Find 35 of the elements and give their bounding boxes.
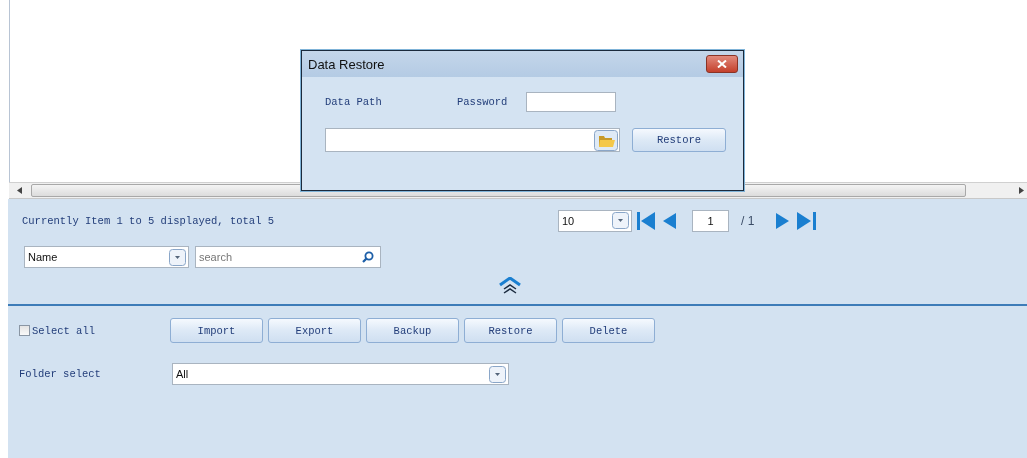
action-button[interactable]: Restore bbox=[464, 318, 557, 343]
scroll-right-icon[interactable] bbox=[1019, 187, 1025, 194]
previous-page-icon[interactable] bbox=[663, 210, 676, 231]
password-label: Password bbox=[457, 96, 508, 108]
page-size-select[interactable]: 10 bbox=[558, 209, 632, 232]
scroll-left-icon[interactable] bbox=[17, 187, 23, 194]
first-page-icon[interactable] bbox=[637, 210, 656, 231]
close-icon bbox=[717, 60, 727, 68]
data-path-label: Data Path bbox=[325, 96, 383, 108]
action-button[interactable]: Export bbox=[268, 318, 361, 343]
action-button[interactable]: Delete bbox=[562, 318, 655, 343]
pagination-summary: Currently Item 1 to 5 displayed, total 5 bbox=[22, 214, 276, 227]
search-field[interactable]: search bbox=[195, 246, 381, 268]
search-icon[interactable] bbox=[362, 251, 374, 263]
dropdown-button[interactable] bbox=[489, 365, 506, 383]
dropdown-button[interactable] bbox=[612, 212, 629, 229]
action-button[interactable]: Import bbox=[170, 318, 263, 343]
folder-select-label: Folder select bbox=[19, 368, 102, 380]
page-total: / 1 bbox=[741, 213, 755, 228]
next-page-icon[interactable] bbox=[776, 210, 790, 231]
path-field[interactable] bbox=[325, 128, 620, 152]
restore-button[interactable]: Restore bbox=[632, 128, 726, 152]
dropdown-button[interactable] bbox=[169, 248, 186, 266]
action-button[interactable]: Backup bbox=[366, 318, 459, 343]
field-select[interactable]: Name bbox=[24, 246, 189, 268]
folder-select[interactable]: All bbox=[172, 363, 509, 385]
last-page-icon[interactable] bbox=[797, 210, 817, 231]
collapse-icon[interactable] bbox=[498, 277, 521, 295]
folder-button[interactable] bbox=[594, 129, 618, 151]
dialog-title: Data Restore bbox=[308, 56, 385, 72]
close-button[interactable] bbox=[706, 55, 738, 73]
select-all-label: Select all bbox=[32, 324, 95, 337]
select-all-checkbox[interactable] bbox=[19, 325, 30, 336]
password-field[interactable] bbox=[526, 92, 617, 112]
page-number-field[interactable]: 1 bbox=[692, 209, 729, 232]
